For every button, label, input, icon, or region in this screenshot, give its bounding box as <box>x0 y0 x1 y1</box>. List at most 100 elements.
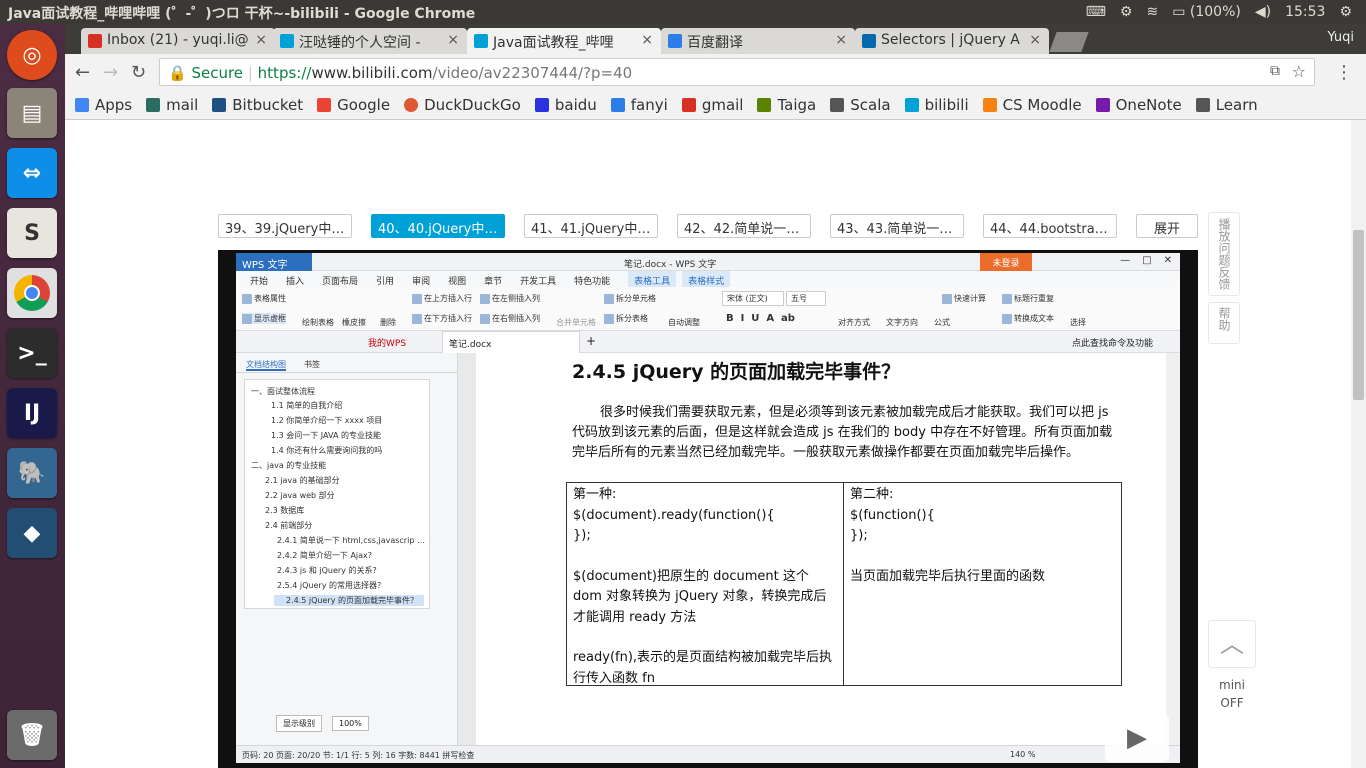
close-icon: ✕ <box>1163 255 1172 266</box>
close-icon[interactable]: × <box>255 32 267 48</box>
battery-icon[interactable]: ▭ (100%) <box>1172 4 1241 20</box>
intellij-icon[interactable]: IJ <box>7 388 57 438</box>
slack-icon[interactable]: S <box>7 208 57 258</box>
ribbon-label: 自动调整 <box>668 318 700 327</box>
tab-java-interview[interactable]: Java面试教程_哔哩 × <box>467 28 661 54</box>
video-player[interactable]: WPS 文字 笔记.docx - WPS 文字 未登录 — □ ✕ 开始 插入 页面… <box>218 250 1198 768</box>
bookmark-google[interactable]: Google <box>317 96 390 114</box>
ribbon-label: 显示虚框 <box>254 314 286 323</box>
episode-button[interactable]: 42、42.简单说一下… <box>677 214 811 238</box>
bookmark-fanyi[interactable]: fanyi <box>610 96 668 114</box>
settings-gear-icon[interactable]: ⚙ <box>1120 4 1133 20</box>
new-tab-button[interactable] <box>1049 32 1089 52</box>
bookmark-duckduckgo[interactable]: DuckDuckGo <box>404 96 521 114</box>
cell-line: }); <box>573 528 591 543</box>
close-icon[interactable]: × <box>641 32 653 48</box>
wps-tab-label: 笔记.docx <box>442 331 580 353</box>
cell-line: ready(fn),表示的是页面结构被加载完毕后执行传入函数 fn <box>573 650 833 686</box>
forward-arrow-icon[interactable]: → <box>103 62 118 83</box>
wifi-icon[interactable]: ≋ <box>1146 4 1158 20</box>
episode-button-active[interactable]: 40、40.jQuery中页… <box>371 214 505 238</box>
keyboard-icon[interactable]: ⌨ <box>1086 4 1106 20</box>
cell-line: $(document).ready(function(){ <box>573 507 775 523</box>
bookmark-mail[interactable]: mail <box>146 96 198 114</box>
gmail-icon <box>88 34 102 48</box>
bookmark-scala[interactable]: Scala <box>830 96 891 114</box>
bookmark-onenote[interactable]: OneNote <box>1095 96 1182 114</box>
tab-bilibili-space[interactable]: 汪哒锤的个人空间 - × <box>273 28 467 54</box>
insert-col-icon <box>480 293 490 304</box>
expand-button[interactable]: 展开 <box>1136 214 1198 238</box>
teamviewer-icon[interactable]: ⇔ <box>7 148 57 198</box>
episode-button[interactable]: 39、39.jQuery中的… <box>218 214 352 238</box>
level-select: 显示级别 <box>276 715 322 732</box>
bookmark-taiga[interactable]: Taiga <box>757 96 816 114</box>
profile-button[interactable]: Yuqi <box>1327 30 1354 45</box>
page-scrollbar[interactable] <box>1351 120 1366 768</box>
lock-icon: 🔒 <box>168 64 187 82</box>
close-icon[interactable]: × <box>1029 32 1041 48</box>
bookmark-star-icon[interactable]: ☆ <box>1292 62 1306 81</box>
outline-item: 2.4.3 js 和 jQuery 的关系? <box>277 566 377 575</box>
ribbon-label: 绘制表格 <box>302 318 334 327</box>
chrome-icon[interactable] <box>7 268 57 318</box>
baidu-paw-icon <box>534 97 549 112</box>
bookmark-cs-moodle[interactable]: CS Moodle <box>982 96 1082 114</box>
report-issue-button[interactable]: 播放问题反馈 <box>1208 212 1240 296</box>
ribbon-item: 转换成文本 <box>1002 313 1054 324</box>
wps-logo: WPS 文字 <box>236 253 312 271</box>
bookmark-gmail[interactable]: gmail <box>681 96 743 114</box>
bilibili-icon <box>474 34 488 48</box>
page-content: 39、39.jQuery中的… 40、40.jQuery中页… 41、41.jQ… <box>65 120 1351 768</box>
volume-icon[interactable]: ◀) <box>1255 4 1271 20</box>
mini-player-toggle[interactable]: mini OFF <box>1208 672 1256 716</box>
close-icon[interactable]: × <box>835 32 847 48</box>
bookmark-label: Learn <box>1215 95 1258 114</box>
outline-item: 二、java 的专业技能 <box>251 461 327 470</box>
episode-button[interactable]: 44、44.bootstrap的… <box>983 214 1117 238</box>
play-button[interactable]: ▶ <box>1105 714 1169 762</box>
mysql-workbench-icon[interactable]: ◆ <box>7 508 57 558</box>
font-select: 宋体 (正文) <box>722 291 784 306</box>
trash-icon[interactable]: 🗑 <box>7 710 57 760</box>
cell-line: 第二种: <box>850 487 894 502</box>
outline-item: 1.2 你简单介绍一下 xxxx 项目 <box>271 416 383 425</box>
files-icon[interactable]: ▤ <box>7 88 57 138</box>
split-table-icon <box>604 313 614 324</box>
bookmark-learn[interactable]: Learn <box>1195 95 1258 114</box>
cell-line: $(document)把原生的 document 这个 dom 对象转换为 jQ… <box>573 568 827 625</box>
address-bar[interactable]: 🔒 Secure | https://www.bilibili.com/vide… <box>159 58 1315 86</box>
tab-label: 汪哒锤的个人空间 - <box>299 35 421 51</box>
episode-button[interactable]: 43、43.简单说一下… <box>830 214 964 238</box>
bookmark-bilibili[interactable]: bilibili <box>904 96 969 114</box>
bookmark-apps[interactable]: Apps <box>75 96 132 114</box>
bookmark-bitbucket[interactable]: Bitbucket <box>212 96 303 114</box>
wps-menu-item: 开始 <box>250 277 269 287</box>
wps-login-button: 未登录 <box>980 253 1032 271</box>
table-cell-second: 第二种: $(function(){ }); 当页面加载完毕后执行里面的函数 <box>844 483 1121 685</box>
postgresql-icon[interactable]: 🐘 <box>7 448 57 498</box>
close-icon[interactable]: × <box>447 32 459 48</box>
terminal-icon[interactable]: >_ <box>7 328 57 378</box>
tab-label: 百度翻译 <box>687 35 743 51</box>
minimize-icon: — <box>1120 255 1131 266</box>
bookmark-baidu[interactable]: baidu <box>534 96 597 114</box>
menu-kebab-icon[interactable]: ⋮ <box>1335 62 1353 83</box>
ribbon-label: 对齐方式 <box>838 318 870 327</box>
episode-button[interactable]: 41、41.jQuery中Aj… <box>524 214 658 238</box>
help-button[interactable]: 帮助 <box>1208 302 1240 344</box>
tab-baidu-translate[interactable]: 百度翻译 × <box>661 28 855 54</box>
tab-label: Selectors | jQuery A <box>881 32 1020 48</box>
ubuntu-dash-icon[interactable]: ◎ <box>7 30 57 80</box>
tab-gmail[interactable]: Inbox (21) - yuqi.li@ × <box>81 28 275 54</box>
power-gear-icon[interactable]: ⚙ <box>1339 4 1352 20</box>
ribbon-label: 转换成文本 <box>1014 314 1054 323</box>
bookmark-label: Apps <box>95 95 133 114</box>
tab-jquery-selectors[interactable]: Selectors | jQuery A × <box>855 28 1049 54</box>
reload-icon[interactable]: ↻ <box>131 62 146 83</box>
back-arrow-icon[interactable]: ← <box>75 62 90 83</box>
clock[interactable]: 15:53 <box>1285 4 1325 20</box>
translate-page-icon[interactable]: ⧉ <box>1270 63 1280 79</box>
scrollbar-thumb[interactable] <box>1353 230 1364 400</box>
scroll-top-button[interactable]: ︿ <box>1208 620 1256 668</box>
